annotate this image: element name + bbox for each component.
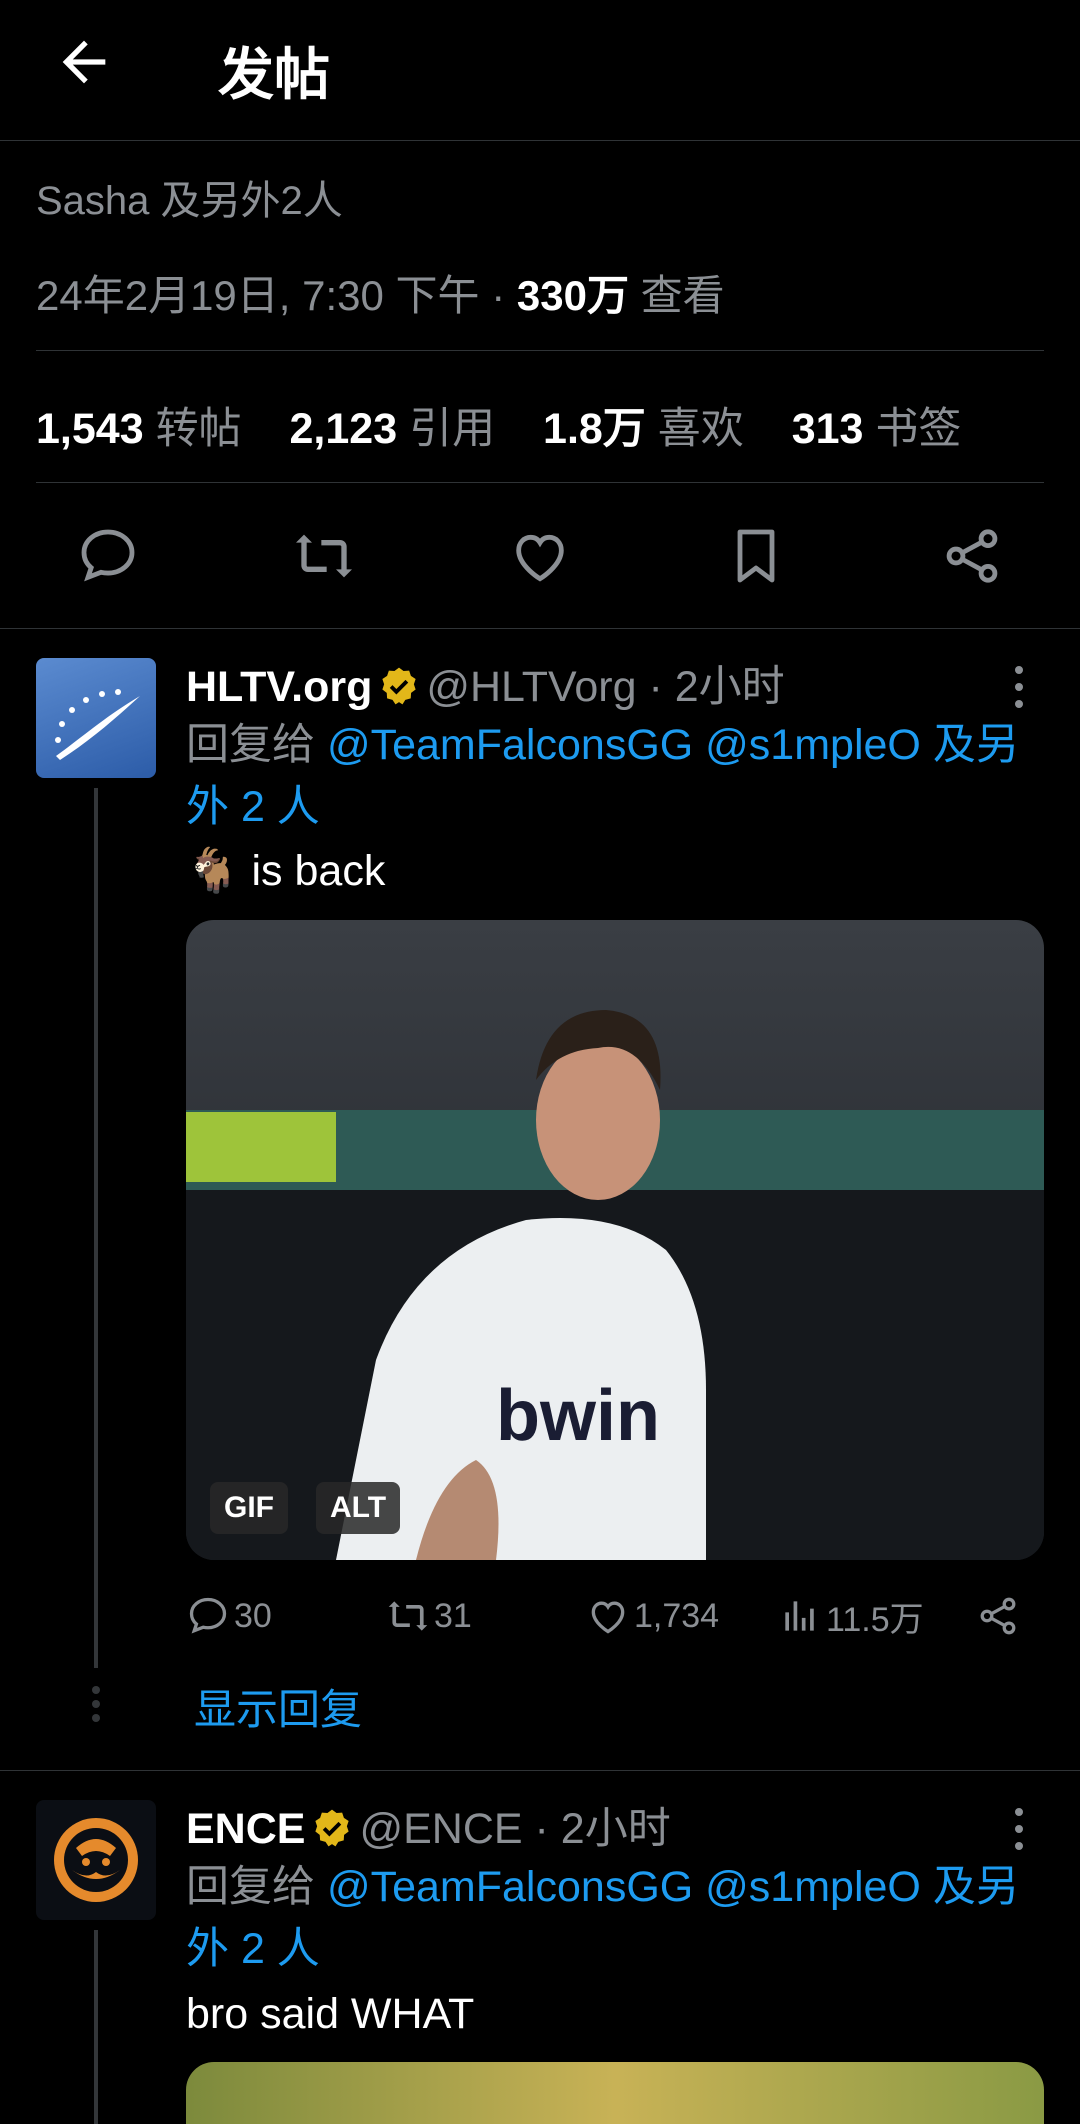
reply-text: bro said WHAT xyxy=(186,1990,475,2038)
top-bar: 发帖 xyxy=(0,0,1080,141)
replying-to: 回复给 @TeamFalconsGG @s1mpleO 及另外 2 人 xyxy=(186,1863,1019,1973)
like-count-button[interactable]: 1,734 xyxy=(586,1586,719,1646)
reply-action-bar: 30 31 1,734 11.5万 xyxy=(186,1586,1046,1646)
post-action-bar xyxy=(0,500,1080,610)
views-label: 查看 xyxy=(628,272,725,319)
image-media[interactable] xyxy=(186,2062,1044,2124)
show-replies-link[interactable]: 显示回复 xyxy=(194,1676,362,1737)
post-stats: 1,543 转帖 2,123 引用 1.8万 喜欢 313 书签 xyxy=(36,394,997,456)
handle-time: @HLTVorg · 2小时 xyxy=(426,663,785,711)
post-timestamp: 24年2月19日, 7:30 下午 · 330万 查看 xyxy=(36,262,725,323)
gif-thumbnail: bwin xyxy=(186,920,1044,1560)
stat-likes[interactable]: 1.8万 喜欢 xyxy=(543,394,744,456)
more-options-icon[interactable] xyxy=(1004,1804,1034,1854)
like-icon xyxy=(591,1601,625,1634)
verified-badge-icon xyxy=(382,667,416,705)
thread-line xyxy=(94,1930,98,2124)
divider xyxy=(0,628,1080,629)
ence-logo-icon xyxy=(54,1818,138,1902)
reply-icon xyxy=(189,1597,227,1634)
handle-time: @ENCE · 2小时 xyxy=(359,1805,671,1853)
repost-icon[interactable] xyxy=(292,524,356,588)
stat-reposts[interactable]: 1,543 转帖 xyxy=(36,394,242,456)
views-count: 330万 xyxy=(516,272,629,319)
repost-count-button[interactable]: 31 xyxy=(386,1586,472,1646)
share-icon[interactable] xyxy=(940,524,1004,588)
display-name[interactable]: ENCE xyxy=(186,1805,305,1853)
divider xyxy=(0,1770,1080,1771)
share-icon xyxy=(980,1597,1016,1635)
views-count-button[interactable]: 11.5万 xyxy=(778,1586,924,1646)
bookmark-icon[interactable] xyxy=(724,524,788,588)
reply-icon[interactable] xyxy=(76,524,140,588)
gif-badge: GIF xyxy=(210,1482,288,1534)
display-name[interactable]: HLTV.org xyxy=(186,663,372,711)
reply-count-button[interactable]: 30 xyxy=(186,1586,272,1646)
analytics-icon xyxy=(785,1601,814,1631)
replying-to: 回复给 @TeamFalconsGG @s1mpleO 及另外 2 人 xyxy=(186,721,1019,831)
thread-line xyxy=(94,788,98,1668)
verified-badge-icon xyxy=(315,1809,350,1847)
more-options-icon[interactable] xyxy=(1004,662,1034,712)
page-title: 发帖 xyxy=(218,43,330,106)
timestamp-text: 24年2月19日, 7:30 下午 · xyxy=(36,272,517,319)
avatar[interactable] xyxy=(36,658,156,778)
back-arrow-icon[interactable] xyxy=(52,30,116,94)
share-button[interactable] xyxy=(976,1586,1020,1646)
divider xyxy=(36,350,1044,351)
reply-header: HLTV.org @HLTVorg · 2小时 xyxy=(186,652,785,714)
reply-text: 🐐 is back xyxy=(186,847,386,895)
alt-badge[interactable]: ALT xyxy=(316,1482,401,1534)
avatar[interactable] xyxy=(36,1800,156,1920)
divider xyxy=(36,482,1044,483)
repost-icon xyxy=(388,1601,428,1631)
stat-bookmarks[interactable]: 313 书签 xyxy=(792,394,962,456)
reply-header: ENCE @ENCE · 2小时 xyxy=(186,1794,671,1856)
gif-media[interactable]: bwin GIF ALT xyxy=(186,920,1044,1560)
like-icon[interactable] xyxy=(508,524,572,588)
hltv-logo-icon xyxy=(55,689,140,760)
stat-quotes[interactable]: 2,123 引用 xyxy=(290,394,496,456)
thread-dots-icon xyxy=(92,1686,100,1722)
svg-text:bwin: bwin xyxy=(496,1376,660,1456)
reposted-by[interactable]: Sasha 及另外2人 xyxy=(36,168,343,226)
